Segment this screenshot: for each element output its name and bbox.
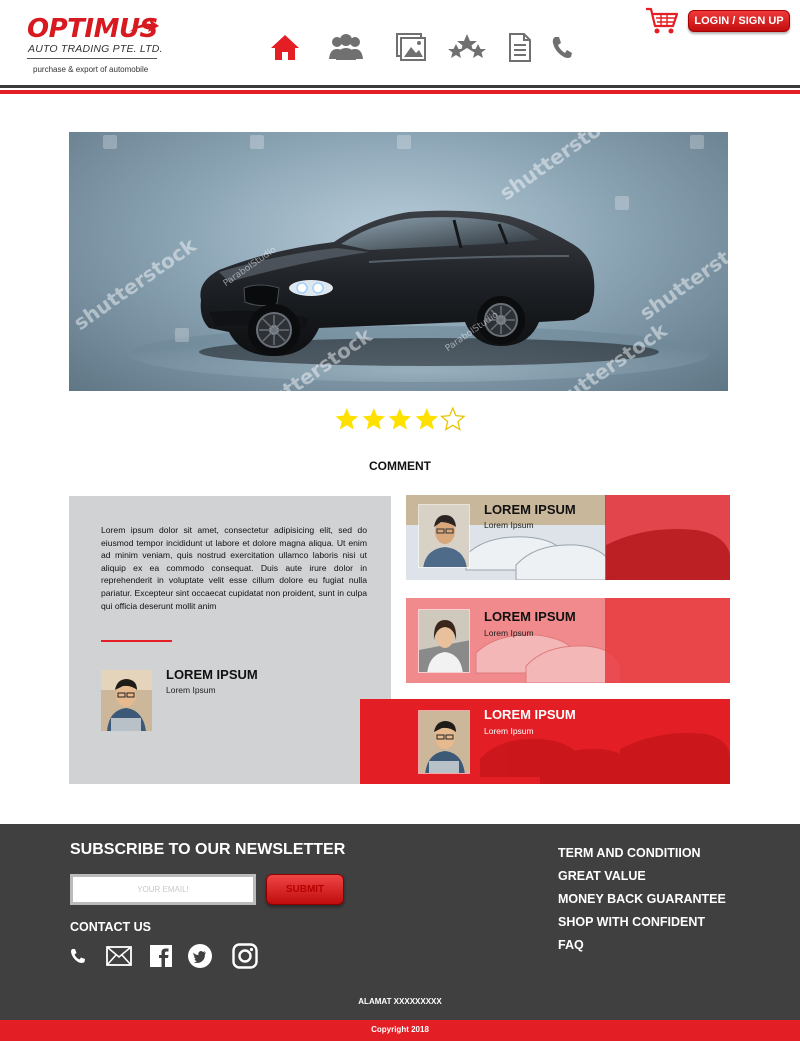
- comment-divider: [101, 640, 172, 642]
- testimonial-name: LOREM IPSUM: [484, 707, 576, 722]
- nav-gallery[interactable]: [394, 30, 428, 64]
- testimonial-role: Lorem Ipsum: [484, 726, 534, 736]
- brand-tagline: purchase & export of automobile: [33, 65, 149, 74]
- testimonial-card[interactable]: LOREM IPSUM Lorem Ipsum: [406, 495, 730, 580]
- gallery-icon: [396, 33, 426, 61]
- person-photo: [419, 505, 469, 567]
- mail-icon[interactable]: [106, 946, 132, 966]
- nav-about[interactable]: [326, 30, 366, 64]
- nav-reviews[interactable]: [448, 30, 486, 64]
- person-photo: [419, 711, 469, 773]
- featured-comment: Lorem ipsum dolor sit amet, consectetur …: [69, 496, 391, 784]
- logo-arrow-icon: [129, 19, 159, 32]
- logo-divider: [27, 58, 157, 59]
- copyright-text: Copyright 2018: [371, 1025, 429, 1034]
- nav-contact[interactable]: [550, 30, 574, 64]
- footer-links: TERM AND CONDITIION GREAT VALUE MONEY BA…: [558, 846, 778, 961]
- comment-body: Lorem ipsum dolor sit amet, consectetur …: [101, 525, 367, 611]
- testimonial-card[interactable]: LOREM IPSUM Lorem Ipsum: [406, 598, 730, 683]
- watermark-mark: [397, 135, 411, 149]
- footer-address: ALAMAT XXXXXXXXX: [358, 997, 442, 1006]
- site-footer: SUBSCRIBE TO OUR NEWSLETTER SUBMIT CONTA…: [0, 824, 800, 1020]
- avatar: [101, 670, 152, 731]
- document-icon: [509, 33, 531, 62]
- login-signup-button[interactable]: LOGIN / SIGN UP: [688, 10, 790, 32]
- newsletter-email-input[interactable]: [70, 874, 256, 905]
- newsletter-title: SUBSCRIBE TO OUR NEWSLETTER: [70, 841, 346, 858]
- star-filled-icon[interactable]: [334, 406, 360, 432]
- home-icon: [271, 35, 299, 60]
- copyright-bar: Copyright 2018: [0, 1020, 800, 1041]
- nav-documents[interactable]: [506, 30, 534, 64]
- cart-button[interactable]: [645, 6, 679, 36]
- header-divider-red: [0, 90, 800, 94]
- watermark-mark: [250, 135, 264, 149]
- avatar: [418, 504, 470, 568]
- main-nav: [268, 30, 588, 66]
- users-icon: [329, 34, 363, 60]
- testimonial-role: Lorem Ipsum: [484, 628, 534, 638]
- star-filled-icon[interactable]: [361, 406, 387, 432]
- phone-icon[interactable]: [70, 948, 86, 964]
- twitter-icon[interactable]: [188, 944, 212, 968]
- watermark-mark: [690, 135, 704, 149]
- hero-car-image: shutterstock shutterstock shutterstock s…: [69, 132, 728, 391]
- phone-icon: [552, 37, 572, 58]
- commenter-name: LOREM IPSUM: [166, 667, 258, 682]
- testimonial-name: LOREM IPSUM: [484, 609, 576, 624]
- testimonial-name: LOREM IPSUM: [484, 502, 576, 517]
- footer-link-value[interactable]: GREAT VALUE: [558, 869, 778, 892]
- footer-link-guarantee[interactable]: MONEY BACK GUARANTEE: [558, 892, 778, 915]
- watermark-mark: [103, 135, 117, 149]
- watermark-mark: [615, 196, 629, 210]
- facebook-icon[interactable]: [150, 945, 172, 967]
- footer-link-confidence[interactable]: SHOP WITH CONFIDENT: [558, 915, 778, 938]
- star-rating[interactable]: [334, 406, 466, 432]
- footer-link-terms[interactable]: TERM AND CONDITIION: [558, 846, 778, 869]
- site-header: OPTIMUS AUTO TRADING PTE. LTD. purchase …: [0, 0, 800, 96]
- contact-title: CONTACT US: [70, 920, 152, 934]
- footer-link-faq[interactable]: FAQ: [558, 938, 778, 961]
- header-divider-dark: [0, 85, 800, 88]
- social-links: [70, 942, 270, 972]
- newsletter-submit-button[interactable]: SUBMIT: [266, 874, 344, 905]
- watermark-mark: [175, 328, 189, 342]
- instagram-icon[interactable]: [232, 943, 258, 969]
- testimonial-role: Lorem Ipsum: [484, 520, 534, 530]
- stars-icon: [448, 34, 486, 58]
- avatar: [418, 710, 470, 774]
- star-empty-icon[interactable]: [440, 406, 466, 432]
- star-filled-icon[interactable]: [387, 406, 413, 432]
- person-photo: [419, 610, 469, 672]
- nav-home[interactable]: [268, 30, 302, 64]
- testimonial-card-active[interactable]: LOREM IPSUM Lorem Ipsum: [360, 699, 730, 784]
- brand-subtitle: AUTO TRADING PTE. LTD.: [28, 43, 163, 55]
- brand-logo[interactable]: OPTIMUS AUTO TRADING PTE. LTD. purchase …: [27, 16, 167, 80]
- comment-heading: COMMENT: [369, 459, 431, 473]
- avatar: [418, 609, 470, 673]
- commenter-role: Lorem Ipsum: [166, 685, 216, 695]
- star-filled-icon[interactable]: [414, 406, 440, 432]
- person-photo: [101, 670, 152, 731]
- shopping-cart-icon: [646, 7, 679, 34]
